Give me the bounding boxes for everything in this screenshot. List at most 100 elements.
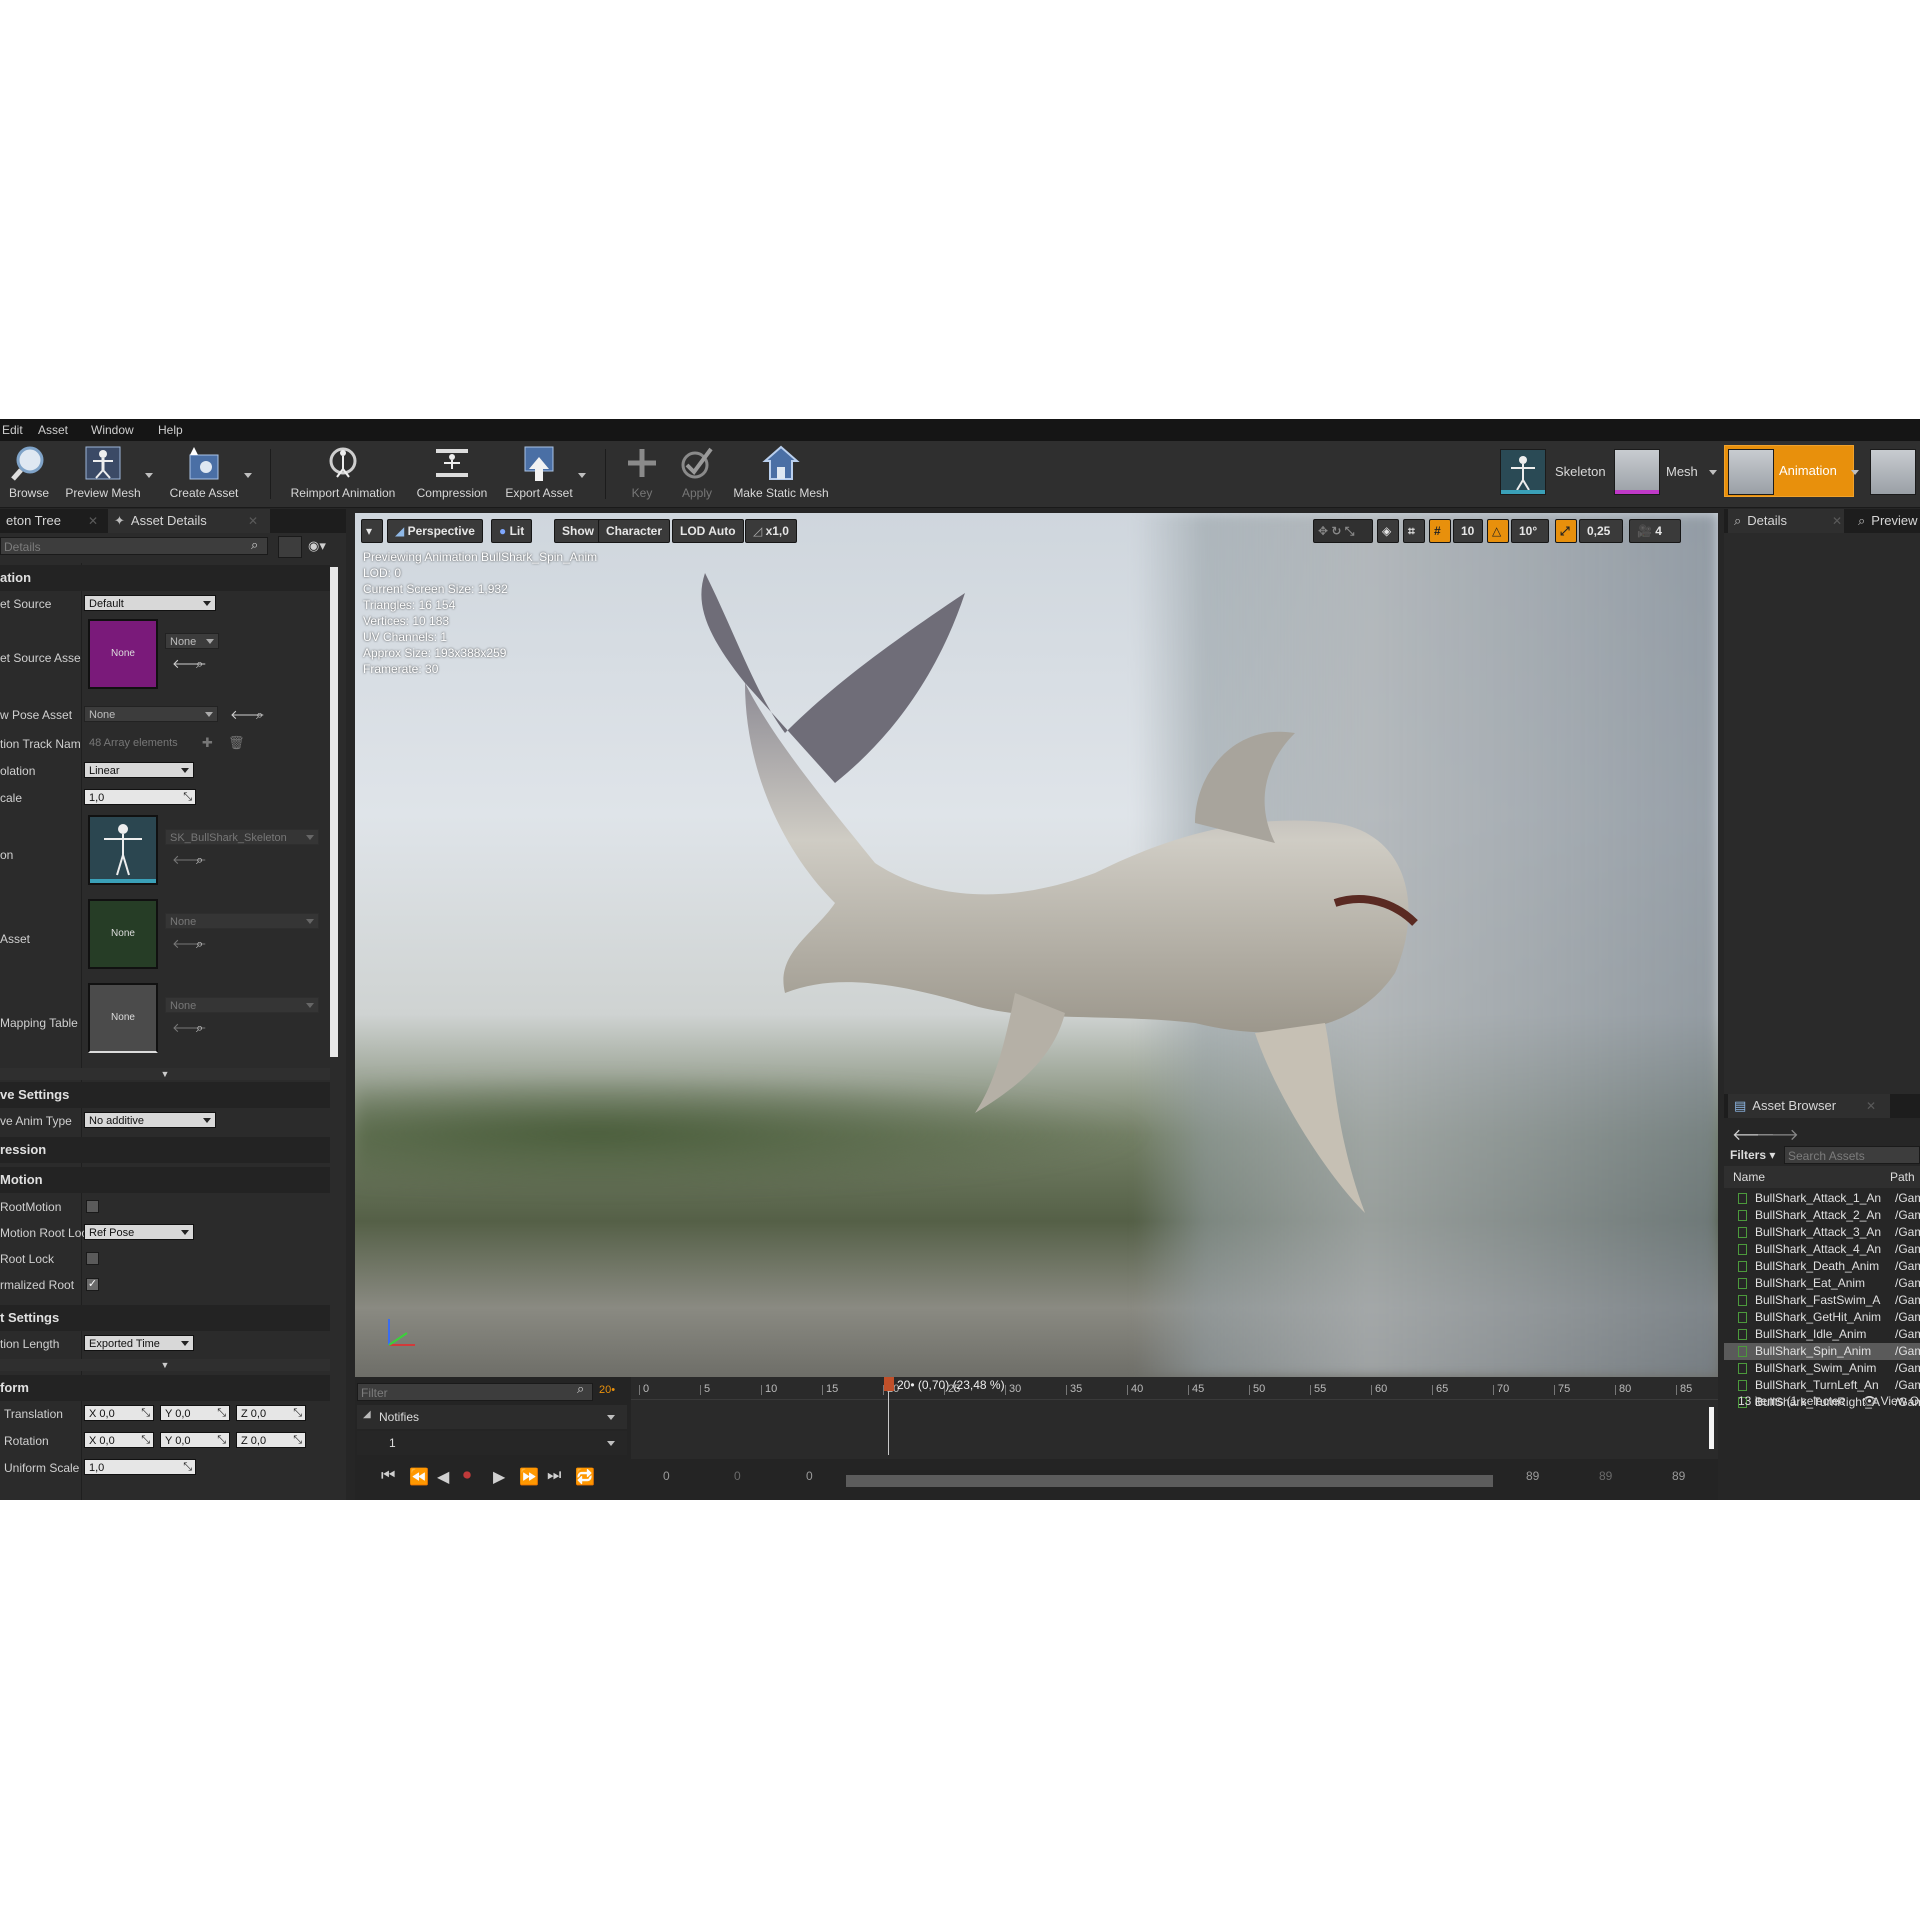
browse-search-icon[interactable]: ⌕ bbox=[196, 852, 203, 868]
show-button[interactable]: Show bbox=[554, 519, 602, 543]
search-assets-input[interactable]: Search Assets bbox=[1784, 1146, 1920, 1164]
menu-edit[interactable]: Edit bbox=[2, 423, 23, 437]
browse-search-icon[interactable]: ⌕ bbox=[196, 1020, 203, 1036]
normalized-root-checkbox[interactable]: ✓ bbox=[86, 1278, 99, 1291]
mode-skeleton[interactable]: Skeleton bbox=[1500, 447, 1610, 497]
tab-preview-settings[interactable]: ⌕ Preview bbox=[1852, 509, 1920, 533]
playback-speed-button[interactable]: ◿ x1,0 bbox=[745, 519, 797, 543]
mapping-thumbnail[interactable]: None bbox=[88, 983, 158, 1053]
interpolation-select[interactable]: Linear bbox=[84, 762, 194, 778]
timeline-track-area[interactable]: 0510152025303540455055606570758085 20• (… bbox=[631, 1377, 1718, 1500]
skip-to-start-icon[interactable]: ⏮ bbox=[381, 1467, 395, 1485]
asset-thumbnail[interactable]: None bbox=[88, 619, 158, 689]
notifies-dropdown-icon[interactable] bbox=[607, 1415, 615, 1420]
asset-list-item[interactable]: BullShark_Attack_3_An/Gam bbox=[1724, 1224, 1920, 1241]
playhead-handle[interactable] bbox=[884, 1377, 894, 1391]
record-icon[interactable]: ⏺ bbox=[463, 1467, 471, 1485]
translation-y-input[interactable]: Y 0,0 bbox=[160, 1405, 230, 1421]
rotation-y-input[interactable]: Y 0,0 bbox=[160, 1432, 230, 1448]
notifies-track-header[interactable]: ◢ Notifies bbox=[357, 1405, 627, 1429]
asset-list-item[interactable]: BullShark_Attack_2_An/Gam bbox=[1724, 1207, 1920, 1224]
collapse-triangle-icon[interactable]: ◢ bbox=[363, 1409, 371, 1420]
category-root-motion[interactable]: Motion bbox=[0, 1167, 330, 1193]
forward-arrow-icon[interactable]: 🡒 bbox=[1756, 1124, 1799, 1145]
rotation-z-input[interactable]: Z 0,0 bbox=[236, 1432, 306, 1448]
animation-dropdown-icon[interactable] bbox=[1851, 470, 1859, 475]
asset-list-item[interactable]: BullShark_Eat_Anim/Gam bbox=[1724, 1275, 1920, 1292]
play-icon[interactable]: ▶ bbox=[493, 1467, 505, 1487]
close-icon[interactable]: ✕ bbox=[248, 509, 258, 533]
reimport-animation-button[interactable]: Reimport Animation bbox=[284, 443, 402, 500]
column-path[interactable]: Path bbox=[1890, 1170, 1915, 1184]
animation-length-select[interactable]: Exported Time bbox=[84, 1335, 194, 1351]
surface-snap-icon[interactable]: ⌗ bbox=[1403, 519, 1425, 543]
close-icon[interactable]: ✕ bbox=[88, 509, 98, 533]
asset-list-item[interactable]: BullShark_Attack_4_An/Gam bbox=[1724, 1241, 1920, 1258]
skeleton-thumbnail[interactable] bbox=[88, 815, 158, 885]
timeline-filter-input[interactable]: Filter bbox=[357, 1383, 593, 1401]
export-dropdown-icon[interactable] bbox=[578, 473, 586, 478]
track-dropdown-icon[interactable] bbox=[607, 1441, 615, 1446]
lit-button[interactable]: ● Lit bbox=[491, 519, 533, 543]
column-name[interactable]: Name bbox=[1733, 1170, 1765, 1184]
view-options-button[interactable]: 👁 View O bbox=[1862, 1394, 1919, 1408]
details-scrollbar[interactable] bbox=[330, 567, 338, 1057]
create-asset-dropdown-icon[interactable] bbox=[244, 473, 252, 478]
browse-search-icon[interactable]: ⌕ bbox=[196, 656, 203, 672]
browse-search-icon[interactable]: ⌕ bbox=[256, 707, 263, 723]
camera-speed-button[interactable]: 🎥 4 bbox=[1629, 519, 1681, 543]
property-matrix-icon[interactable] bbox=[278, 536, 302, 558]
make-static-mesh-button[interactable]: Make Static Mesh bbox=[730, 443, 832, 500]
apply-button[interactable]: Apply bbox=[676, 443, 718, 500]
additive-type-select[interactable]: No additive bbox=[84, 1112, 216, 1128]
asset-list-item[interactable]: BullShark_Idle_Anim/Gam bbox=[1724, 1326, 1920, 1343]
mapping-table-select[interactable]: None bbox=[165, 997, 319, 1013]
step-forward-icon[interactable]: ⏩ bbox=[519, 1467, 539, 1487]
asset-list-item[interactable]: BullShark_TurnLeft_An/Gam bbox=[1724, 1377, 1920, 1394]
translation-z-input[interactable]: Z 0,0 bbox=[236, 1405, 306, 1421]
translation-x-input[interactable]: X 0,0 bbox=[84, 1405, 154, 1421]
trash-icon[interactable]: 🗑 bbox=[228, 735, 245, 751]
key-button[interactable]: Key bbox=[622, 443, 662, 500]
target-source-asset-select[interactable]: None bbox=[165, 633, 219, 649]
perspective-button[interactable]: ◢ Perspective bbox=[387, 519, 483, 543]
mesh-dropdown-icon[interactable] bbox=[1709, 470, 1717, 475]
export-asset-button[interactable]: Export Asset bbox=[500, 443, 578, 500]
category-import-settings[interactable]: t Settings bbox=[0, 1305, 330, 1331]
skip-to-end-icon[interactable]: ⏭ bbox=[547, 1467, 561, 1485]
mode-blueprint[interactable] bbox=[1870, 447, 1920, 497]
menu-asset[interactable]: Asset bbox=[38, 423, 68, 437]
grid-size-button[interactable]: 10 bbox=[1453, 519, 1483, 543]
skeleton-select[interactable]: SK_BullShark_Skeleton bbox=[165, 829, 319, 845]
target-source-select[interactable]: Default bbox=[84, 595, 216, 611]
rotation-x-input[interactable]: X 0,0 bbox=[84, 1432, 154, 1448]
eye-icon[interactable]: ◉▾ bbox=[308, 538, 326, 554]
category-compression[interactable]: ression bbox=[0, 1137, 330, 1163]
create-asset-button[interactable]: Create Asset bbox=[162, 443, 246, 500]
expand-advanced-chevron-icon[interactable]: ▼ bbox=[0, 1359, 330, 1371]
asset-list-item[interactable]: BullShark_Death_Anim/Gam bbox=[1724, 1258, 1920, 1275]
close-icon[interactable]: ✕ bbox=[1866, 1094, 1876, 1118]
transform-tools-group[interactable]: ✥ ↻ ⤡ bbox=[1313, 519, 1373, 543]
root-lock-select[interactable]: Ref Pose bbox=[84, 1224, 194, 1240]
preview-viewport[interactable]: ▾ ◢ Perspective ● Lit Show Character LOD… bbox=[355, 513, 1718, 1377]
asset-list-item[interactable]: BullShark_GetHit_Anim/Gam bbox=[1724, 1309, 1920, 1326]
scale-snap-icon[interactable]: ⤢ bbox=[1555, 519, 1577, 543]
asset-select[interactable]: None bbox=[165, 913, 319, 929]
category-animation[interactable]: ation bbox=[0, 565, 330, 591]
asset-list-item[interactable]: BullShark_Spin_Anim/Gam bbox=[1724, 1343, 1920, 1360]
viewport-options-button[interactable]: ▾ bbox=[361, 519, 383, 543]
scale-snap-button[interactable]: 0,25 bbox=[1579, 519, 1623, 543]
asset-list-item[interactable]: BullShark_Swim_Anim/Gam bbox=[1724, 1360, 1920, 1377]
details-search-input[interactable]: Details bbox=[0, 537, 268, 555]
add-element-icon[interactable]: ✚ bbox=[202, 735, 213, 751]
category-transform[interactable]: form bbox=[0, 1375, 330, 1401]
menu-window[interactable]: Window bbox=[91, 423, 134, 437]
range-scrollbar[interactable] bbox=[846, 1475, 1493, 1487]
tab-details[interactable]: ⌕ Details bbox=[1728, 509, 1844, 533]
browse-search-icon[interactable]: ⌕ bbox=[196, 936, 203, 952]
world-local-icon[interactable]: ◈ bbox=[1377, 519, 1399, 543]
loop-icon[interactable]: 🔁 bbox=[575, 1467, 595, 1487]
category-additive-settings[interactable]: ve Settings bbox=[0, 1082, 330, 1108]
character-button[interactable]: Character bbox=[598, 519, 671, 543]
